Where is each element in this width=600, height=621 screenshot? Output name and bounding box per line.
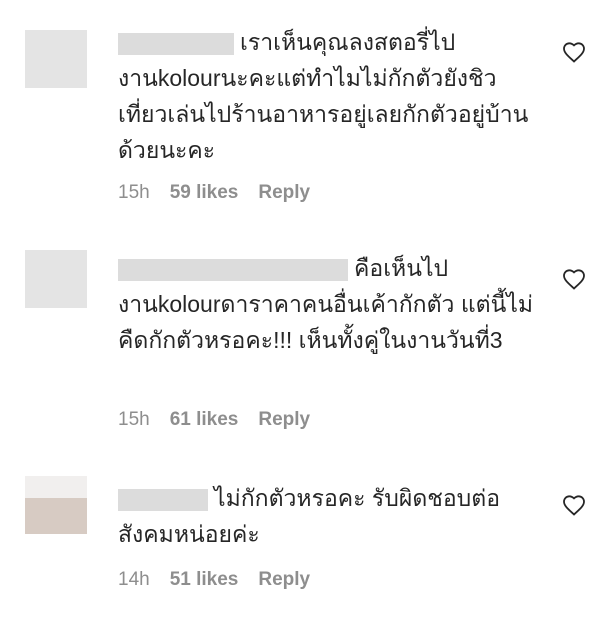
avatar[interactable]: [25, 476, 87, 534]
like-count[interactable]: 59 likes: [170, 182, 239, 203]
avatar[interactable]: [25, 250, 87, 308]
comment-time: 14h: [118, 569, 150, 590]
heart-outline-icon[interactable]: [562, 41, 586, 63]
comment-body: คือเห็นไป งานkolourดาราคาคนอื่นเค้ากักตั…: [118, 250, 538, 358]
avatar[interactable]: [25, 30, 87, 88]
comment-body: เราเห็นคุณลงสตอรี่ไป งานkolourนะคะแต่ทำไ…: [118, 24, 538, 168]
like-count[interactable]: 61 likes: [170, 409, 239, 430]
redacted-username[interactable]: [118, 488, 208, 511]
comment-meta: 15h 61 likes Reply: [118, 409, 330, 431]
reply-button[interactable]: Reply: [258, 182, 310, 203]
heart-outline-icon[interactable]: [562, 494, 586, 516]
reply-button[interactable]: Reply: [258, 409, 310, 430]
comment-body: ไม่กักตัวหรอคะ รับผิดชอบต่อสังคมหน่อยค่ะ: [118, 480, 538, 552]
comment-meta: 14h 51 likes Reply: [118, 569, 330, 591]
redacted-username[interactable]: [118, 32, 234, 55]
like-count[interactable]: 51 likes: [170, 569, 239, 590]
comment-time: 15h: [118, 182, 150, 203]
heart-outline-icon[interactable]: [562, 268, 586, 290]
comment-meta: 15h 59 likes Reply: [118, 182, 330, 204]
comment-time: 15h: [118, 409, 150, 430]
reply-button[interactable]: Reply: [258, 569, 310, 590]
redacted-username[interactable]: [118, 258, 348, 281]
